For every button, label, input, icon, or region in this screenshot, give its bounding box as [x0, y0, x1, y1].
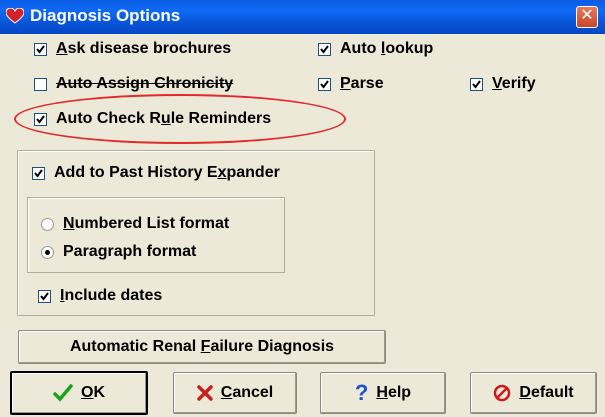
x-icon [197, 385, 213, 401]
question-icon: ? [354, 380, 369, 405]
no-icon [494, 384, 511, 402]
check-mark-icon [320, 44, 329, 54]
auto-check-rule-reminders-checkbox[interactable]: Auto Check Rule Reminders [34, 110, 271, 128]
auto-check-rule-reminders-label: Auto Check Rule Reminders [56, 110, 272, 127]
format-group [27, 197, 285, 273]
check-mark-icon [320, 79, 329, 89]
auto-assign-chronicity-checkbox[interactable]: Auto Assign Chronicity [34, 75, 233, 93]
parse-checkbox[interactable]: Parse [318, 75, 384, 93]
default-label: Default [519, 384, 574, 401]
paragraph-format-radio[interactable]: Paragraph format [41, 243, 196, 261]
radio-circle[interactable] [41, 245, 54, 259]
default-button[interactable]: Default [470, 372, 597, 414]
numbered-list-format-radio[interactable]: Numbered List format [41, 215, 229, 233]
checkbox-box[interactable] [470, 77, 483, 91]
renal-failure-diagnosis-label: Automatic Renal Failure Diagnosis [69, 338, 335, 355]
checkbox-box[interactable] [38, 289, 51, 303]
verify-checkbox[interactable]: Verify [470, 75, 536, 93]
close-button[interactable]: ✕ [576, 6, 598, 28]
close-icon: ✕ [580, 7, 594, 24]
check-mark-icon [34, 168, 43, 178]
check-mark-icon [472, 79, 481, 89]
checkbox-box[interactable] [318, 42, 331, 56]
include-dates-checkbox[interactable]: Include dates [38, 287, 162, 305]
help-button[interactable]: ? Help [320, 372, 446, 414]
cancel-button[interactable]: Cancel [173, 372, 297, 414]
ask-disease-brochures-checkbox[interactable]: Ask disease brochures [34, 40, 231, 58]
radio-circle[interactable] [41, 217, 54, 231]
add-to-past-history-checkbox[interactable]: Add to Past History Expander [32, 164, 280, 182]
cancel-label: Cancel [220, 384, 274, 401]
title-bar[interactable]: Diagnosis Options ✕ [0, 0, 605, 34]
help-label: Help [376, 384, 412, 401]
add-to-past-history-label: Add to Past History Expander [54, 164, 280, 181]
checkbox-box[interactable] [34, 42, 47, 56]
checkbox-box[interactable] [34, 77, 47, 91]
app-heart-icon [6, 8, 24, 24]
check-mark-icon [36, 114, 45, 124]
include-dates-label: Include dates [60, 287, 163, 304]
auto-lookup-label: Auto lookup [340, 40, 434, 57]
radio-dot [45, 249, 50, 255]
auto-assign-chronicity-label: Auto Assign Chronicity [56, 75, 234, 92]
verify-label: Verify [492, 75, 536, 92]
checkbox-box[interactable] [318, 77, 331, 91]
numbered-list-format-label: Numbered List format [63, 215, 230, 232]
ok-label: OK [80, 384, 105, 401]
check-mark-icon [36, 44, 45, 54]
checkbox-box[interactable] [34, 112, 47, 126]
checkmark-icon [53, 384, 73, 402]
ok-button[interactable]: OK [10, 371, 148, 415]
check-mark-icon [40, 291, 49, 301]
ask-disease-brochures-label: Ask disease brochures [56, 40, 232, 57]
renal-failure-diagnosis-button[interactable]: Automatic Renal Failure Diagnosis [18, 330, 386, 364]
checkbox-box[interactable] [32, 166, 45, 180]
parse-label: Parse [340, 75, 384, 92]
paragraph-format-label: Paragraph format [63, 243, 197, 260]
auto-lookup-checkbox[interactable]: Auto lookup [318, 40, 433, 58]
window-title: Diagnosis Options [30, 6, 181, 25]
